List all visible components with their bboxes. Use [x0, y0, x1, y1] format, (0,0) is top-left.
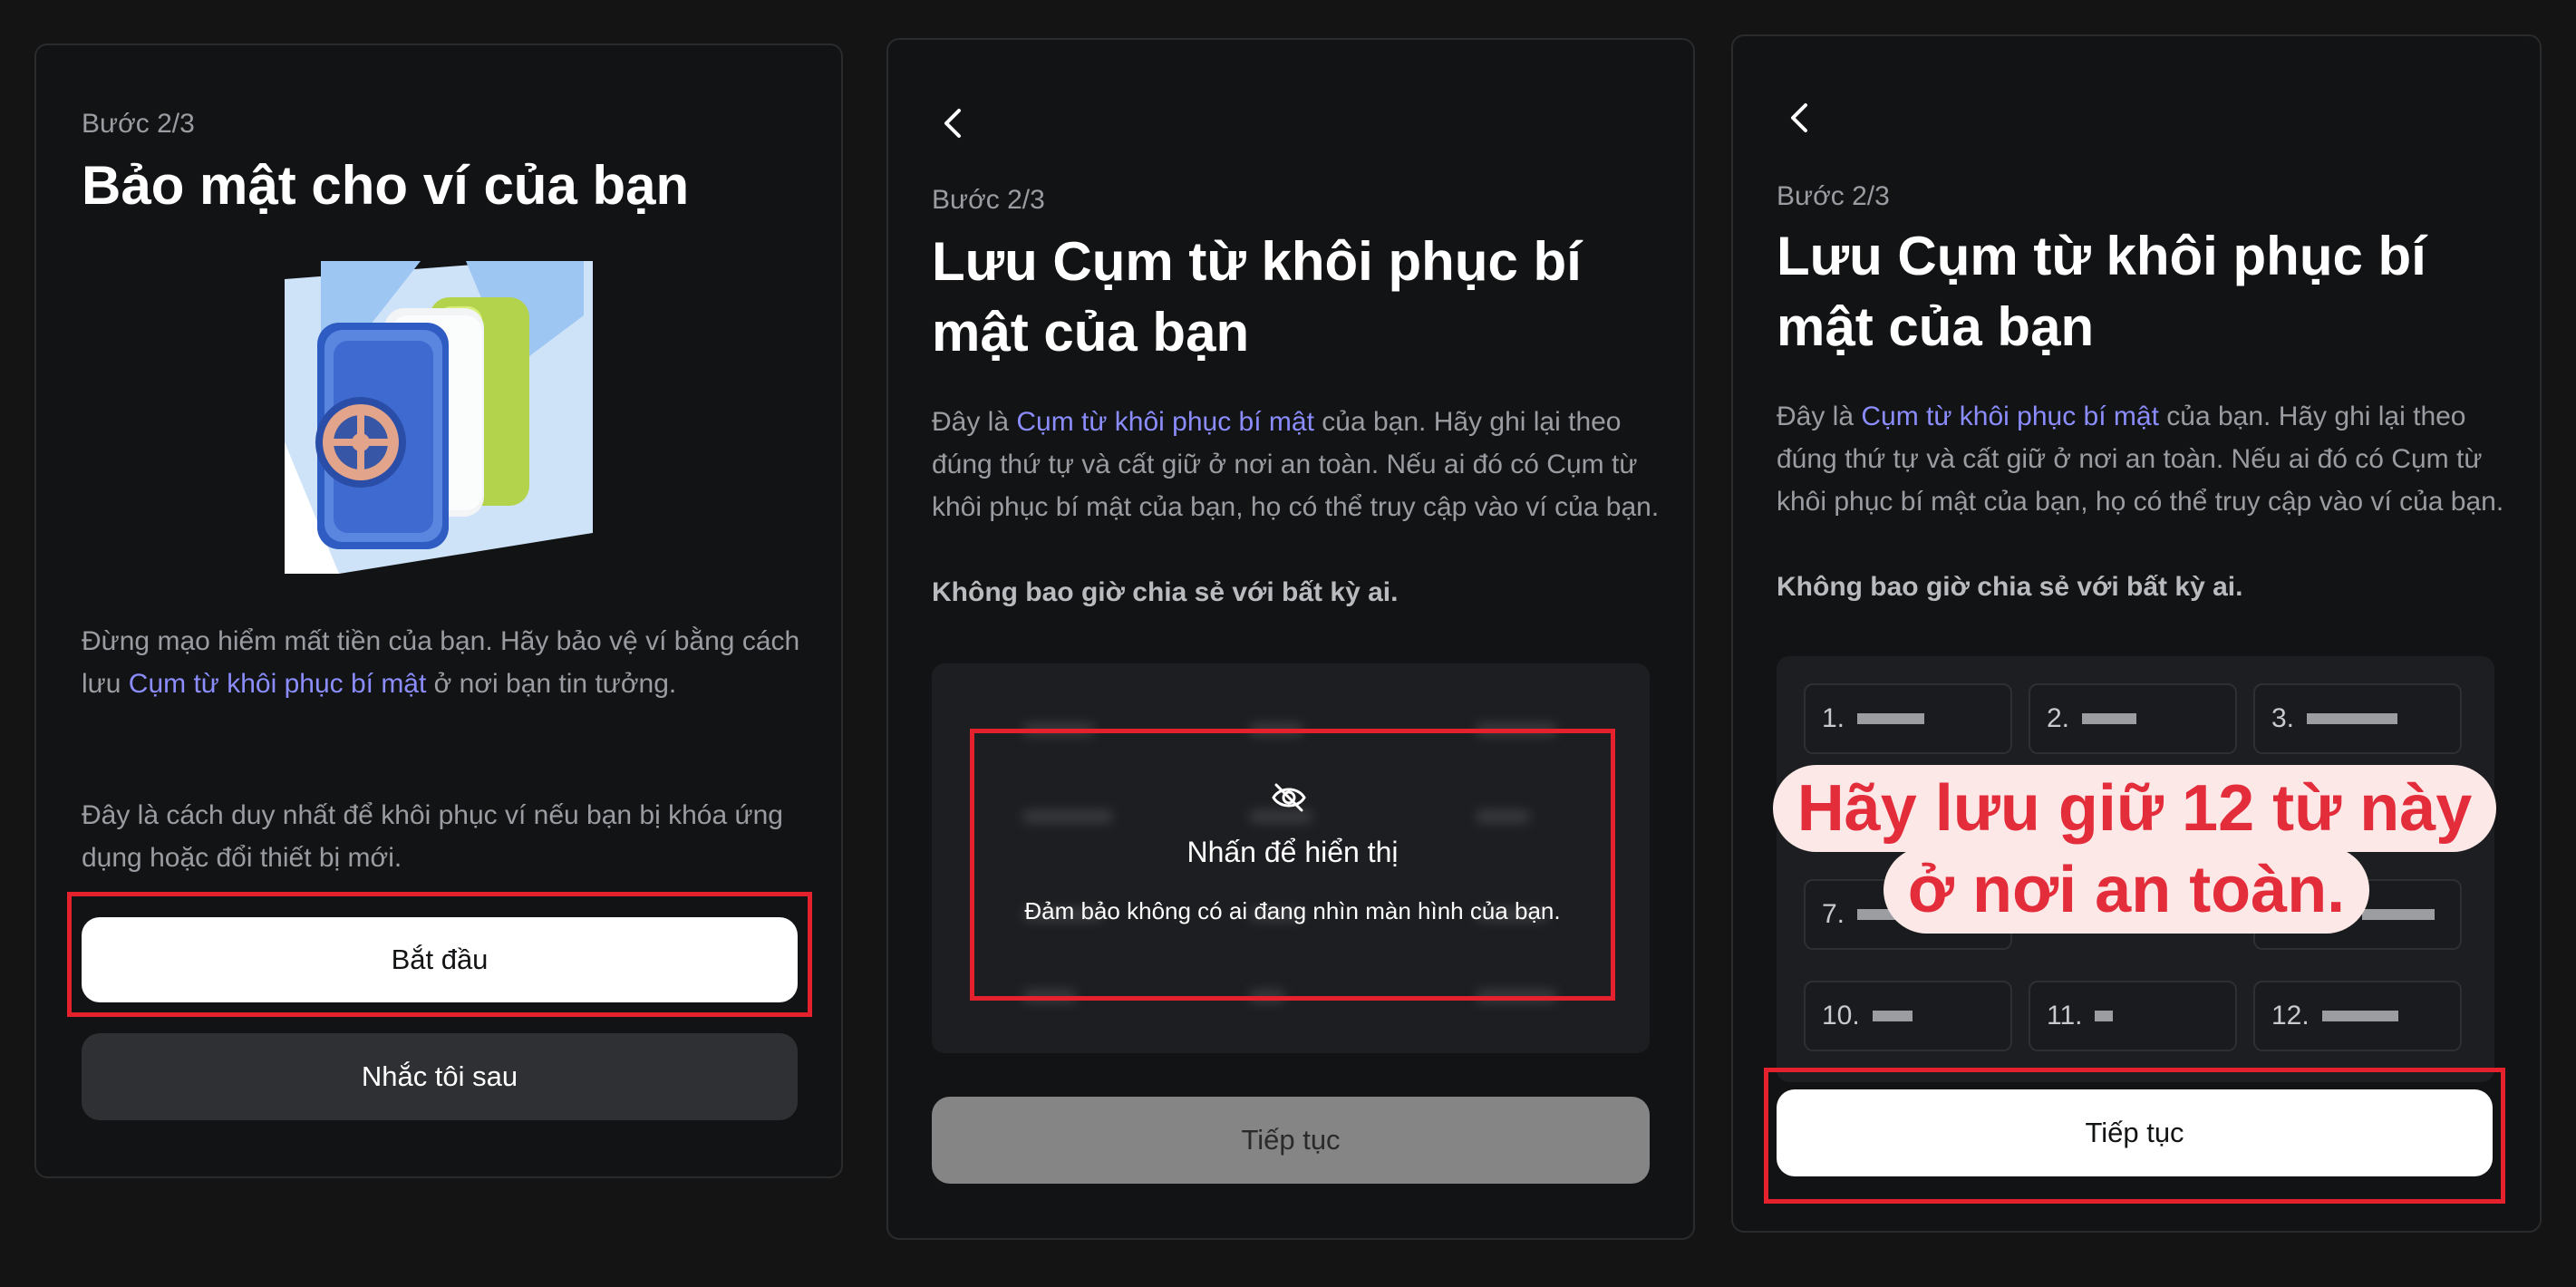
page-title: Bảo mật cho ví của bạn	[82, 155, 690, 216]
page-title: Lưu Cụm từ khôi phục bí mật của bạn	[932, 231, 1582, 363]
vault-illustration	[285, 261, 602, 578]
word-index: 7.	[1822, 899, 1845, 929]
never-share-warning: Không bao giờ chia sẻ với bất kỳ ai.	[932, 577, 1399, 607]
intro-paragraph: Đừng mạo hiểm mất tiền của bạn. Hãy bảo …	[82, 620, 807, 705]
step-indicator: Bước 2/3	[1777, 181, 1890, 211]
word-index: 11.	[2047, 1001, 2083, 1031]
chevron-left-icon[interactable]	[935, 105, 972, 141]
tap-to-reveal-label[interactable]: Nhấn để hiển thị	[972, 836, 1613, 869]
never-share-warning: Không bao giờ chia sẻ với bất kỳ ai.	[1777, 572, 2243, 602]
page-title: Lưu Cụm từ khôi phục bí mật của bạn	[1777, 226, 2426, 357]
secret-phrase-link[interactable]: Cụm từ khôi phục bí mật	[1861, 402, 2159, 431]
secret-phrase-link[interactable]: Cụm từ khôi phục bí mật	[1016, 407, 1314, 437]
banner-line-2: ở nơi an toàn.	[1884, 847, 2369, 934]
intro-paragraph: Đây là Cụm từ khôi phục bí mật của bạn. …	[1777, 395, 2520, 523]
word-cell: 10.	[1804, 981, 2012, 1051]
onboarding-panel-phrase-shown: Bước 2/3 Lưu Cụm từ khôi phục bí mật của…	[1731, 34, 2542, 1233]
continue-button[interactable]: Tiếp tục	[932, 1097, 1650, 1184]
continue-button[interactable]: Tiếp tục	[1777, 1089, 2493, 1176]
recovery-info-paragraph: Đây là cách duy nhất để khôi phục ví nếu…	[82, 800, 783, 873]
remind-later-button[interactable]: Nhắc tôi sau	[82, 1033, 798, 1120]
word-cell: 1.	[1804, 683, 2012, 754]
banner-line-1: Hãy lưu giữ 12 từ này	[1773, 765, 2496, 852]
word-index: 2.	[2047, 703, 2070, 733]
onboarding-panel-reveal-phrase: Bước 2/3 Lưu Cụm từ khôi phục bí mật của…	[886, 38, 1695, 1240]
word-cell: 3.	[2253, 683, 2462, 754]
word-cell: 11.	[2029, 981, 2237, 1051]
word-index: 10.	[1822, 1001, 1860, 1031]
eye-off-icon	[1272, 783, 1306, 812]
privacy-note: Đảm bảo không có ai đang nhìn màn hình c…	[1024, 897, 1561, 924]
secret-phrase-link[interactable]: Cụm từ khôi phục bí mật	[129, 669, 427, 699]
intro-text-end: ở nơi bạn tin tưởng.	[426, 669, 677, 699]
word-cell: 12.	[2253, 981, 2462, 1051]
intro-text-start: Đây là	[1777, 402, 1862, 431]
intro-text-start: Đây là	[932, 407, 1017, 437]
word-index: 3.	[2271, 703, 2295, 733]
word-cell: 2.	[2029, 683, 2237, 754]
onboarding-panel-secure-wallet: Bước 2/3 Bảo mật cho ví của bạn Đừng mạo…	[34, 44, 843, 1178]
word-index: 1.	[1822, 703, 1845, 733]
start-button[interactable]: Bắt đầu	[82, 917, 798, 1002]
step-indicator: Bước 2/3	[82, 109, 195, 139]
intro-paragraph: Đây là Cụm từ khôi phục bí mật của bạn. …	[932, 401, 1675, 528]
chevron-left-icon[interactable]	[1782, 100, 1818, 136]
step-indicator: Bước 2/3	[932, 185, 1045, 215]
word-index: 12.	[2271, 1001, 2310, 1031]
